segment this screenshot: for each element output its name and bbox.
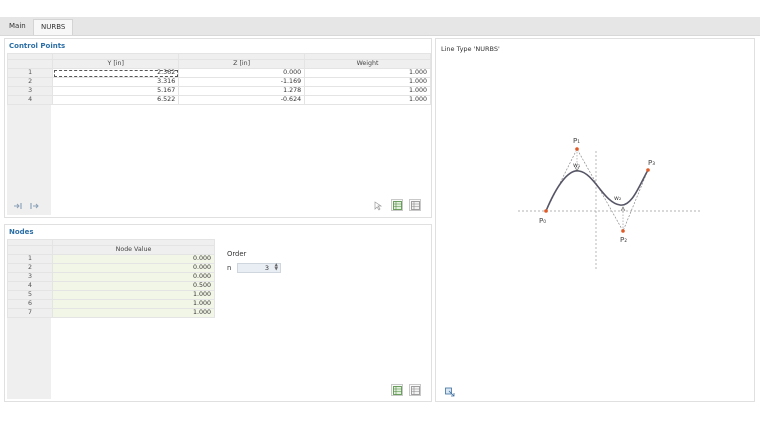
tab-nurbs[interactable]: NURBS — [33, 19, 74, 35]
table-row[interactable]: 2 0.000 — [7, 263, 215, 273]
table-row[interactable]: 1 0.000 — [7, 254, 215, 264]
row-number: 3 — [7, 272, 53, 282]
label-p0: P₀ — [539, 217, 546, 225]
view-settings-icon — [445, 387, 455, 397]
delete-row-button[interactable] — [27, 199, 39, 211]
cell-y[interactable]: 2.362 — [52, 68, 180, 78]
insert-row-button[interactable] — [11, 199, 23, 211]
tab-bar: Main NURBS — [0, 17, 760, 36]
cell-weight[interactable]: 1.000 — [304, 95, 431, 105]
cell-weight[interactable]: 1.000 — [304, 86, 431, 96]
label-w2: w₂ — [614, 195, 622, 202]
order-value: 3 — [264, 264, 269, 272]
column-header-node-value: Node Value — [52, 245, 215, 255]
point-p0 — [544, 209, 548, 213]
label-p1: P₁ — [573, 137, 580, 145]
table-row[interactable]: 5 1.000 — [7, 290, 215, 300]
nurbs-diagram: P₀ P₁ P₂ P₃ w₁ w₂ — [518, 137, 702, 271]
cell-node-value[interactable]: 1.000 — [52, 308, 215, 318]
nodes-panel: Nodes Node Value 1 0.000 2 0.000 3 0.000 40… — [4, 224, 432, 402]
table-row[interactable]: 6 1.000 — [7, 299, 215, 309]
pick-graphically-button[interactable] — [371, 199, 383, 211]
row-number: 4 — [7, 281, 53, 291]
point-p3 — [646, 168, 650, 172]
cell-z[interactable]: -0.624 — [178, 95, 306, 105]
cell-z[interactable]: 1.278 — [178, 86, 306, 96]
cell-weight[interactable]: 1.000 — [304, 68, 431, 78]
graphic-panel: Line Type 'NURBS' P₀ P₁ P₂ P₃ w₁ w₂ — [435, 38, 755, 402]
cell-node-value[interactable]: 0.000 — [52, 254, 215, 264]
column-header-z: Z [in] — [178, 59, 306, 69]
cell-z[interactable]: 0.000 — [178, 68, 306, 78]
row-number: 6 — [7, 299, 53, 309]
column-header-weight: Weight — [304, 59, 431, 69]
control-polygon — [545, 148, 649, 232]
table-import-icon — [411, 201, 420, 210]
row-number: 4 — [6, 95, 54, 105]
row-number: 2 — [6, 77, 54, 87]
cell-y[interactable]: 6.522 — [52, 95, 180, 105]
order-label: Order — [227, 250, 247, 258]
tab-main[interactable]: Main — [2, 19, 33, 34]
label-p2: P₂ — [620, 236, 627, 244]
point-p2 — [621, 229, 625, 233]
cursor-pick-icon — [374, 201, 383, 211]
cell-weight[interactable]: 1.000 — [304, 77, 431, 87]
cell-node-value[interactable]: 1.000 — [52, 299, 215, 309]
row-number: 5 — [7, 290, 53, 300]
table-row[interactable]: 7 1.000 — [7, 308, 215, 318]
row-header-corner — [6, 59, 54, 69]
order-n-label: n — [227, 264, 232, 272]
import-table-button[interactable] — [409, 384, 421, 396]
row-number: 2 — [7, 263, 53, 273]
cell-node-value[interactable]: 0.500 — [52, 281, 215, 291]
cell-y[interactable]: 5.167 — [52, 86, 180, 96]
cell-node-value[interactable]: 0.000 — [52, 272, 215, 282]
column-header-y: Y [in] — [52, 59, 180, 69]
table-row[interactable]: 1 2.362 0.000 1.000 — [6, 68, 431, 78]
table-row[interactable]: 2 3.316 -1.169 1.000 — [6, 77, 431, 87]
nodes-table: Node Value 1 0.000 2 0.000 3 0.000 4 0.500 5… — [7, 239, 215, 318]
insert-row-icon — [14, 203, 22, 209]
table-row[interactable]: 3 5.167 1.278 1.000 — [6, 86, 431, 96]
label-w1: w₁ — [573, 162, 581, 169]
row-number: 1 — [7, 254, 53, 264]
row-number: 3 — [6, 86, 54, 96]
label-p3: P₃ — [648, 159, 655, 167]
table-row[interactable]: 4 6.522 -0.624 1.000 — [6, 95, 431, 105]
import-table-button[interactable] — [409, 199, 421, 211]
control-points-table: Y [in] Z [in] Weight 1 2.362 0.000 1.000… — [6, 53, 431, 105]
cell-z[interactable]: -1.169 — [178, 77, 306, 87]
control-points-title: Control Points — [9, 42, 66, 50]
nurbs-curve — [545, 169, 649, 212]
point-p1 — [575, 147, 579, 151]
row-header-corner — [7, 245, 53, 255]
delete-row-icon — [30, 203, 39, 209]
cell-node-value[interactable]: 1.000 — [52, 290, 215, 300]
table-row[interactable]: 3 0.000 — [7, 272, 215, 282]
control-points-panel: Control Points Y [in] Z [in] Weight 1 2.… — [4, 38, 432, 218]
table-row[interactable]: 4 0.500 — [7, 281, 215, 291]
row-number: 7 — [7, 308, 53, 318]
table-import-icon — [411, 386, 420, 395]
spin-arrows-icon[interactable]: ▲ ▼ — [275, 263, 278, 272]
excel-table-icon — [393, 201, 402, 210]
excel-table-icon — [393, 386, 402, 395]
graphic-options-button[interactable] — [443, 385, 455, 397]
export-excel-button[interactable] — [391, 384, 403, 396]
cell-y[interactable]: 3.316 — [52, 77, 180, 87]
cell-node-value[interactable]: 0.000 — [52, 263, 215, 273]
row-number: 1 — [6, 68, 54, 78]
order-stepper[interactable]: 3 ▲ ▼ — [237, 263, 281, 273]
nodes-title: Nodes — [9, 228, 34, 236]
export-excel-button[interactable] — [391, 199, 403, 211]
